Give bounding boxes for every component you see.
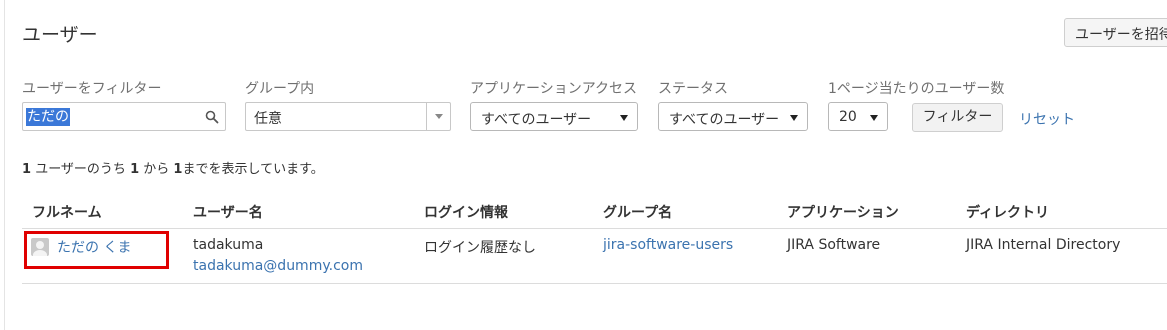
application-cell: JIRA Software bbox=[787, 237, 881, 253]
group-filter-label: グループ内 bbox=[245, 81, 315, 97]
left-border bbox=[4, 0, 5, 330]
user-filter-label: ユーザーをフィルター bbox=[22, 81, 162, 97]
column-header-application[interactable]: アプリケーション bbox=[787, 202, 899, 222]
login-info-cell: ログイン履歴なし bbox=[424, 240, 536, 256]
page-title: ユーザー bbox=[22, 24, 98, 46]
status-label: ステータス bbox=[658, 81, 728, 97]
group-select[interactable]: 任意 bbox=[245, 102, 451, 131]
chevron-down-icon bbox=[790, 115, 798, 121]
filter-button[interactable]: フィルター bbox=[912, 103, 1003, 132]
user-email-link[interactable]: tadakuma@dummy.com bbox=[193, 258, 363, 274]
table-header-divider bbox=[22, 228, 1167, 229]
summary-from: 1 bbox=[130, 162, 140, 177]
invite-user-button[interactable]: ユーザーを招待 bbox=[1064, 18, 1167, 47]
group-link[interactable]: jira-software-users bbox=[603, 237, 733, 253]
group-select-toggle[interactable] bbox=[426, 103, 450, 130]
status-value: すべてのユーザー bbox=[669, 112, 780, 128]
column-header-username[interactable]: ユーザー名 bbox=[193, 202, 263, 222]
summary-total: 1 bbox=[22, 162, 32, 177]
column-header-fullname[interactable]: フルネーム bbox=[32, 202, 102, 222]
user-filter-input[interactable]: ただの bbox=[22, 102, 226, 131]
app-access-value: すべてのユーザー bbox=[481, 112, 592, 128]
search-icon[interactable] bbox=[205, 110, 219, 124]
per-page-select[interactable]: 20 bbox=[828, 102, 888, 131]
per-page-value: 20 bbox=[839, 109, 857, 125]
app-access-label: アプリケーションアクセス bbox=[470, 81, 638, 97]
results-summary: 1 ユーザーのうち 1 から 1までを表示しています。 bbox=[22, 158, 324, 177]
column-header-directory[interactable]: ディレクトリ bbox=[966, 202, 1049, 222]
directory-cell: JIRA Internal Directory bbox=[966, 237, 1121, 253]
per-page-label: 1ページ当たりのユーザー数 bbox=[828, 81, 1005, 97]
table-bottom-divider bbox=[22, 283, 1167, 284]
chevron-down-icon bbox=[435, 114, 443, 119]
username-cell: tadakuma bbox=[193, 237, 264, 253]
summary-text-2: から bbox=[143, 162, 170, 177]
status-select[interactable]: すべてのユーザー bbox=[658, 102, 808, 131]
highlight-annotation-box bbox=[24, 231, 169, 269]
chevron-down-icon bbox=[620, 115, 628, 121]
user-filter-value: ただの bbox=[26, 108, 70, 126]
summary-text-3: までを表示しています。 bbox=[182, 162, 324, 177]
summary-text-1: ユーザーのうち bbox=[35, 162, 126, 177]
column-header-login-info[interactable]: ログイン情報 bbox=[424, 202, 508, 222]
app-access-select[interactable]: すべてのユーザー bbox=[470, 102, 638, 131]
column-header-group[interactable]: グループ名 bbox=[603, 202, 672, 222]
group-select-value: 任意 bbox=[254, 111, 282, 127]
chevron-down-icon bbox=[870, 115, 878, 121]
reset-link[interactable]: リセット bbox=[1019, 109, 1075, 129]
